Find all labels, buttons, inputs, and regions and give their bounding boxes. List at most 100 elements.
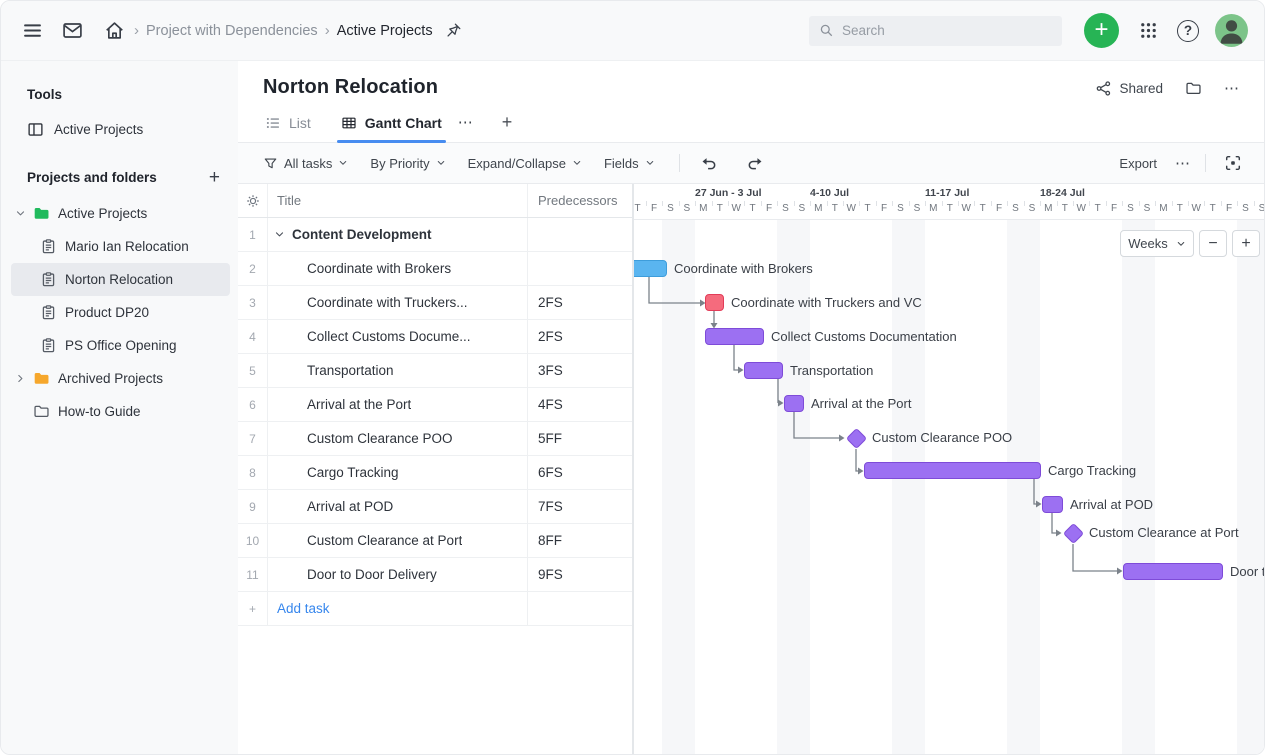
predecessor-cell[interactable]: 4FS <box>528 388 632 421</box>
project-menu-button[interactable]: ⋯ <box>1224 81 1240 96</box>
tree-item-product-dp20[interactable]: Product DP20 <box>11 296 230 329</box>
add-task-row[interactable]: +Add task <box>238 592 632 626</box>
gantt-bar[interactable] <box>1042 496 1063 513</box>
task-title-cell[interactable]: Arrival at the Port <box>268 388 528 421</box>
filter-all-tasks-dropdown[interactable]: All tasks <box>263 156 348 171</box>
predecessor-cell[interactable]: 5FF <box>528 422 632 455</box>
expand-collapse-dropdown[interactable]: Expand/Collapse <box>468 156 582 171</box>
task-title-cell[interactable]: Content Development <box>268 218 528 251</box>
task-title-cell[interactable]: Coordinate with Truckers... <box>268 286 528 319</box>
sidebar-item-active-projects-tool[interactable]: Active Projects <box>11 114 230 144</box>
table-grid-icon <box>341 115 357 131</box>
fullscreen-focus-icon[interactable] <box>1220 150 1246 176</box>
tree-item-archived-projects[interactable]: Archived Projects <box>11 362 230 395</box>
task-title-cell[interactable]: Transportation <box>268 354 528 387</box>
table-row[interactable]: 8Cargo Tracking6FS <box>238 456 632 490</box>
tab-list[interactable]: List <box>263 115 313 142</box>
table-row[interactable]: 3Coordinate with Truckers...2FS <box>238 286 632 320</box>
task-title-cell[interactable]: Arrival at POD <box>268 490 528 523</box>
shared-button[interactable]: Shared <box>1095 80 1163 97</box>
tab-gantt-chart[interactable]: Gantt Chart <box>339 115 444 142</box>
gantt-bar[interactable] <box>864 462 1041 479</box>
tree-item-norton-relocation[interactable]: Norton Relocation <box>11 263 230 296</box>
task-title-cell[interactable]: Collect Customs Docume... <box>268 320 528 353</box>
tools-header: Tools <box>11 87 230 102</box>
task-title-cell[interactable]: Custom Clearance POO <box>268 422 528 455</box>
tree-item-how-to-guide[interactable]: How-to Guide <box>11 395 230 428</box>
gantt-bar[interactable] <box>1123 563 1223 580</box>
task-title-cell[interactable]: Coordinate with Brokers <box>268 252 528 285</box>
gantt-bar[interactable] <box>744 362 783 379</box>
help-icon[interactable]: ? <box>1177 20 1199 42</box>
row-number: 8 <box>238 456 268 489</box>
table-row[interactable]: 7Custom Clearance POO5FF <box>238 422 632 456</box>
predecessor-cell[interactable]: 7FS <box>528 490 632 523</box>
predecessor-cell[interactable]: 2FS <box>528 286 632 319</box>
pin-icon[interactable] <box>441 18 467 44</box>
task-title-cell[interactable]: Cargo Tracking <box>268 456 528 489</box>
gantt-toolbar: All tasks By Priority Expand/Collapse Fi… <box>238 143 1264 184</box>
add-view-button[interactable]: + <box>502 113 513 142</box>
gantt-bar-label: Arrival at the Port <box>811 396 911 411</box>
gear-icon[interactable] <box>245 193 261 209</box>
timescale-dropdown[interactable]: Weeks <box>1120 230 1194 257</box>
undo-icon[interactable] <box>696 150 722 176</box>
chevron-right-icon[interactable] <box>15 373 31 384</box>
predecessor-cell[interactable]: 9FS <box>528 558 632 591</box>
breadcrumb-current[interactable]: Active Projects <box>337 23 433 39</box>
table-row[interactable]: 4Collect Customs Docume...2FS <box>238 320 632 354</box>
chevron-down-icon[interactable] <box>15 208 31 219</box>
table-row[interactable]: 1Content Development <box>238 218 632 252</box>
inbox-mail-icon[interactable] <box>59 18 85 44</box>
fields-dropdown[interactable]: Fields <box>604 156 655 171</box>
panel-icon <box>27 121 44 138</box>
task-title-cell[interactable]: Door to Door Delivery <box>268 558 528 591</box>
row-number: 5 <box>238 354 268 387</box>
tree-item-ps-office-opening[interactable]: PS Office Opening <box>11 329 230 362</box>
menu-icon[interactable] <box>19 18 45 44</box>
task-title-cell[interactable]: Custom Clearance at Port <box>268 524 528 557</box>
add-task-button[interactable]: Add task <box>268 592 528 625</box>
apps-grid-icon[interactable] <box>1135 18 1161 44</box>
breadcrumb-parent[interactable]: Project with Dependencies <box>146 23 318 39</box>
home-icon[interactable] <box>101 18 127 44</box>
row-number: 6 <box>238 388 268 421</box>
row-number: 4 <box>238 320 268 353</box>
predecessor-cell[interactable]: 8FF <box>528 524 632 557</box>
predecessor-cell[interactable] <box>528 218 632 251</box>
gantt-bar[interactable] <box>634 260 667 277</box>
predecessor-cell[interactable]: 2FS <box>528 320 632 353</box>
gantt-bar[interactable] <box>784 395 804 412</box>
folder-location-button[interactable] <box>1185 80 1202 97</box>
row-number: 2 <box>238 252 268 285</box>
predecessor-cell[interactable] <box>528 252 632 285</box>
gantt-bar[interactable] <box>705 294 724 311</box>
table-row[interactable]: 2Coordinate with Brokers <box>238 252 632 286</box>
gantt-bar-label: Coordinate with Truckers and VC <box>731 295 922 310</box>
predecessor-cell[interactable]: 6FS <box>528 456 632 489</box>
search-box[interactable] <box>809 16 1062 46</box>
gantt-bar[interactable] <box>705 328 764 345</box>
table-row[interactable]: 11Door to Door Delivery9FS <box>238 558 632 592</box>
folder-icon <box>1185 80 1202 97</box>
redo-icon[interactable] <box>742 150 768 176</box>
table-row[interactable]: 10Custom Clearance at Port8FF <box>238 524 632 558</box>
zoom-in-button[interactable]: + <box>1232 230 1260 257</box>
zoom-out-button[interactable]: − <box>1199 230 1227 257</box>
table-row[interactable]: 6Arrival at the Port4FS <box>238 388 632 422</box>
search-input[interactable] <box>842 23 1052 38</box>
project-icon <box>40 238 57 255</box>
export-button[interactable]: Export <box>1119 156 1157 171</box>
sort-by-priority-dropdown[interactable]: By Priority <box>370 156 445 171</box>
predecessor-cell[interactable]: 3FS <box>528 354 632 387</box>
toolbar-menu-button[interactable]: ⋯ <box>1175 156 1191 171</box>
tree-item-active-projects[interactable]: Active Projects <box>11 197 230 230</box>
create-new-button[interactable]: + <box>1084 13 1119 48</box>
add-project-button[interactable]: + <box>209 168 220 187</box>
user-avatar[interactable] <box>1215 14 1248 47</box>
gantt-pane[interactable]: 27 Jun - 3 Jul4-10 Jul11-17 Jul18-24 Jul… <box>634 184 1264 754</box>
table-row[interactable]: 5Transportation3FS <box>238 354 632 388</box>
tree-item-mario-ian-relocation[interactable]: Mario Ian Relocation <box>11 230 230 263</box>
tab-menu-button[interactable]: ⋯ <box>458 115 474 142</box>
table-row[interactable]: 9Arrival at POD7FS <box>238 490 632 524</box>
